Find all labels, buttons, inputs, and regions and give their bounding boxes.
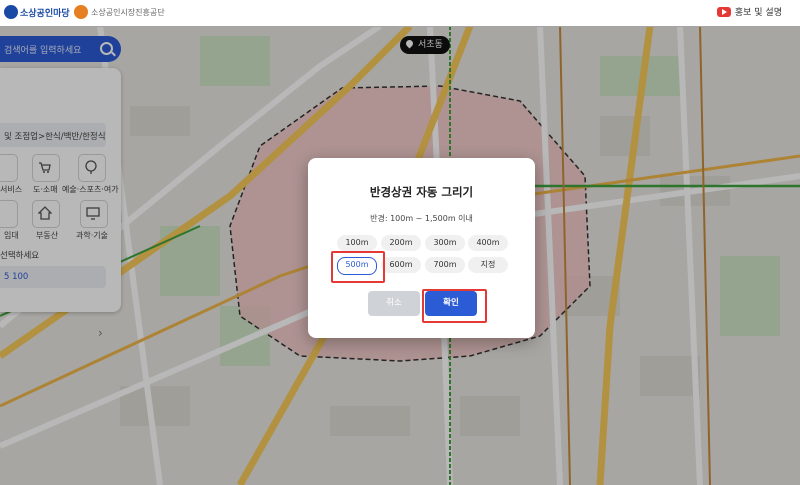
- radius-option-100m[interactable]: 100m: [337, 235, 377, 251]
- highlight-confirm: [422, 289, 487, 323]
- logo-icon: [4, 5, 18, 19]
- radius-option-200m[interactable]: 200m: [381, 235, 421, 251]
- agency-name: 소상공인시장진흥공단: [91, 8, 165, 17]
- logo-text[interactable]: 소상공인마당: [20, 6, 70, 19]
- radius-option-custom[interactable]: 지정: [468, 257, 508, 273]
- guide-link[interactable]: 홍보 및 설명: [716, 5, 782, 18]
- radius-option-400m[interactable]: 400m: [468, 235, 508, 251]
- app-frame: 소상공인마당 소상공인시장진흥공단 홍보 및 설명 검색어를 입력하세요 및 조…: [0, 0, 800, 485]
- top-bar: 소상공인마당 소상공인시장진흥공단 홍보 및 설명: [0, 0, 800, 27]
- highlight-500m: [331, 251, 385, 283]
- dialog-title: 반경상권 자동 그리기: [369, 185, 474, 199]
- cancel-button[interactable]: 취소: [368, 291, 420, 316]
- radius-option-700m[interactable]: 700m: [425, 257, 465, 273]
- radius-option-300m[interactable]: 300m: [425, 235, 465, 251]
- radius-option-600m[interactable]: 600m: [381, 257, 421, 273]
- guide-label: 홍보 및 설명: [734, 8, 782, 18]
- dialog-subtitle: 반경: 100m ~ 1,500m 이내: [370, 214, 473, 223]
- agency-logo-icon: [74, 5, 88, 19]
- youtube-icon: [716, 6, 731, 17]
